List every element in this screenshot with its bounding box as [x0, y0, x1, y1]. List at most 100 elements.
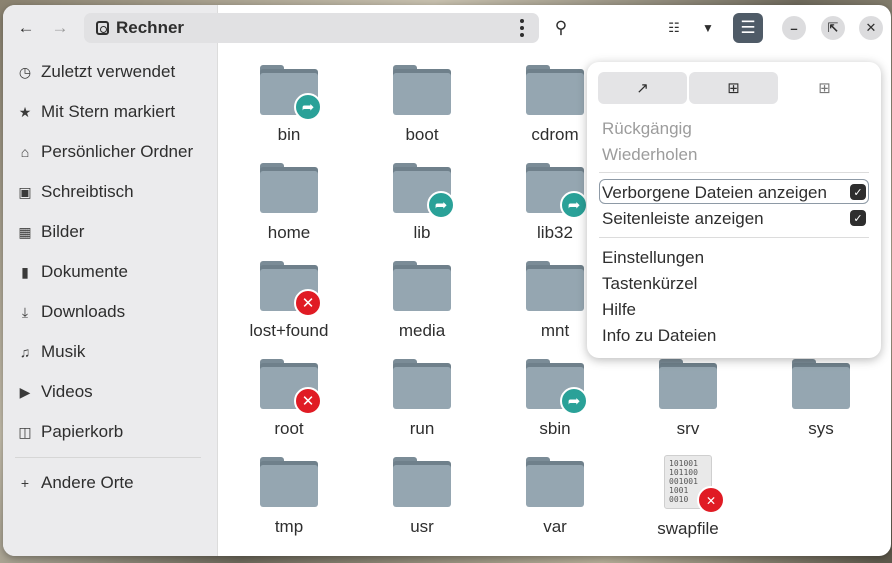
folder-item[interactable]: media — [362, 257, 482, 349]
file-name: bin — [277, 125, 301, 144]
file-name: lost+found — [249, 321, 329, 340]
home-icon: ⌂ — [20, 144, 30, 160]
sidebar-item-recent[interactable]: ◷ Zuletzt verwendet — [3, 55, 218, 89]
folder-item[interactable]: boot — [362, 61, 482, 153]
sidebar-item-label: Persönlicher Ordner — [41, 142, 194, 161]
folder-item[interactable]: run — [362, 355, 482, 447]
video-icon: ▶ — [19, 383, 31, 400]
header-bar: Rechner ⚲ ☷ ▼ ☰ – ⇱ ✕ — [3, 5, 891, 51]
help-menu-item[interactable]: Hilfe — [602, 300, 636, 320]
music-icon: ♫ — [19, 344, 31, 360]
plus-icon: + — [20, 475, 30, 491]
sidebar-item-other-places[interactable]: + Andere Orte — [3, 466, 218, 500]
sidebar-item-pictures[interactable]: ▦ Bilder — [3, 215, 218, 249]
sidebar-item-trash[interactable]: ◫ Papierkorb — [3, 415, 218, 449]
folder-item[interactable]: ➦ bin — [229, 61, 349, 153]
shortcuts-menu-item[interactable]: Tastenkürzel — [602, 274, 697, 294]
folder-icon — [393, 359, 451, 409]
close-button[interactable]: ✕ — [859, 16, 883, 40]
open-in-new-window-button[interactable]: ↗ — [598, 72, 687, 104]
file-item[interactable]: 101001 101100 001001 1001 0010 ✕ swapfil… — [628, 453, 748, 545]
file-name: sbin — [539, 419, 571, 438]
binary-preview-line: 001001 — [669, 477, 698, 486]
sidebar-item-downloads[interactable]: ⤓ Downloads — [3, 295, 218, 329]
file-name: mnt — [540, 321, 570, 340]
sidebar-item-label: Dokumente — [41, 262, 128, 281]
sidebar-item-label: Bilder — [41, 222, 85, 241]
show-hidden-files-toggle[interactable]: Verborgene Dateien anzeigen — [602, 183, 827, 203]
maximize-icon: ⇱ — [827, 20, 839, 35]
maximize-button[interactable]: ⇱ — [821, 16, 845, 40]
chevron-down-icon: ▼ — [702, 21, 714, 35]
new-folder-icon: ⊞ — [818, 80, 831, 97]
sidebar-item-desktop[interactable]: ▣ Schreibtisch — [3, 175, 218, 209]
folder-item[interactable]: usr — [362, 453, 482, 545]
file-name: lib — [413, 223, 431, 242]
folder-item[interactable]: ✕ root — [229, 355, 349, 447]
file-name: usr — [410, 517, 434, 536]
sidebar-item-starred[interactable]: ★ Mit Stern markiert — [3, 95, 218, 129]
view-options-button[interactable]: ▼ — [693, 13, 723, 43]
folder-icon — [792, 359, 850, 409]
new-tab-button[interactable]: ⊞ — [689, 72, 778, 104]
folder-icon — [659, 359, 717, 409]
minimize-icon: – — [790, 20, 798, 36]
folder-item[interactable]: home — [229, 159, 349, 251]
folder-item[interactable]: tmp — [229, 453, 349, 545]
main-menu-button[interactable]: ☰ — [733, 13, 763, 43]
folder-icon — [526, 65, 584, 115]
folder-item[interactable]: ➦ lib — [362, 159, 482, 251]
folder-item[interactable]: var — [495, 453, 615, 545]
sidebar-item-label: Musik — [41, 342, 86, 361]
folder-item[interactable]: ✕ lost+found — [229, 257, 349, 349]
no-access-icon: ✕ — [294, 289, 322, 317]
binary-file-icon: 101001 101100 001001 1001 0010 ✕ — [664, 455, 725, 514]
sidebar-item-home[interactable]: ⌂ Persönlicher Ordner — [3, 135, 218, 169]
main-menu-popover: ↗ ⊞ ⊞ Rückgängig Wiederholen Verborgene … — [587, 62, 881, 358]
sidebar-item-label: Videos — [41, 382, 93, 401]
file-name: sys — [808, 419, 834, 438]
location-menu-button[interactable] — [515, 19, 529, 37]
show-sidebar-toggle[interactable]: Seitenleiste anzeigen — [602, 209, 764, 229]
file-name: root — [274, 419, 304, 438]
checkbox-checked-icon[interactable]: ✓ — [850, 210, 866, 226]
file-name: run — [409, 419, 435, 438]
new-folder-button[interactable]: ⊞ — [780, 72, 869, 104]
minimize-button[interactable]: – — [782, 16, 806, 40]
sidebar-item-label: Andere Orte — [41, 473, 134, 492]
undo-menu-item[interactable]: Rückgängig — [602, 119, 692, 139]
location-bar[interactable]: Rechner — [84, 13, 539, 43]
redo-menu-item[interactable]: Wiederholen — [602, 145, 697, 165]
checkbox-checked-icon[interactable]: ✓ — [850, 184, 866, 200]
folder-icon — [393, 457, 451, 507]
folder-item[interactable]: ➦ sbin — [495, 355, 615, 447]
search-button[interactable]: ⚲ — [546, 13, 576, 43]
file-name: cdrom — [531, 125, 579, 144]
folder-item[interactable]: srv — [628, 355, 748, 447]
sidebar-divider — [15, 457, 201, 458]
file-name: media — [398, 321, 446, 340]
download-icon: ⤓ — [21, 303, 29, 320]
document-icon: ▮ — [21, 263, 29, 280]
sidebar-item-documents[interactable]: ▮ Dokumente — [3, 255, 218, 289]
about-menu-item[interactable]: Info zu Dateien — [602, 326, 716, 346]
folder-icon — [393, 261, 451, 311]
location-title: Rechner — [116, 18, 185, 37]
sidebar-item-videos[interactable]: ▶ Videos — [3, 375, 218, 409]
folder-item[interactable]: sys — [761, 355, 881, 447]
sidebar-item-music[interactable]: ♫ Musik — [3, 335, 218, 369]
preferences-menu-item[interactable]: Einstellungen — [602, 248, 704, 268]
sidebar-item-label: Schreibtisch — [41, 182, 134, 201]
folder-icon — [260, 457, 318, 507]
view-toggle-button[interactable]: ☷ — [659, 13, 689, 43]
menu-divider — [599, 237, 869, 238]
binary-preview-line: 101001 — [669, 459, 698, 468]
no-access-icon: ✕ — [697, 486, 725, 514]
file-name: var — [543, 517, 567, 536]
folder-icon: ✕ — [260, 261, 322, 317]
open-external-icon: ↗ — [636, 80, 649, 97]
trash-icon: ◫ — [18, 423, 32, 440]
desktop-icon: ▣ — [18, 183, 32, 200]
no-access-icon: ✕ — [294, 387, 322, 415]
symlink-icon: ➦ — [294, 93, 322, 121]
